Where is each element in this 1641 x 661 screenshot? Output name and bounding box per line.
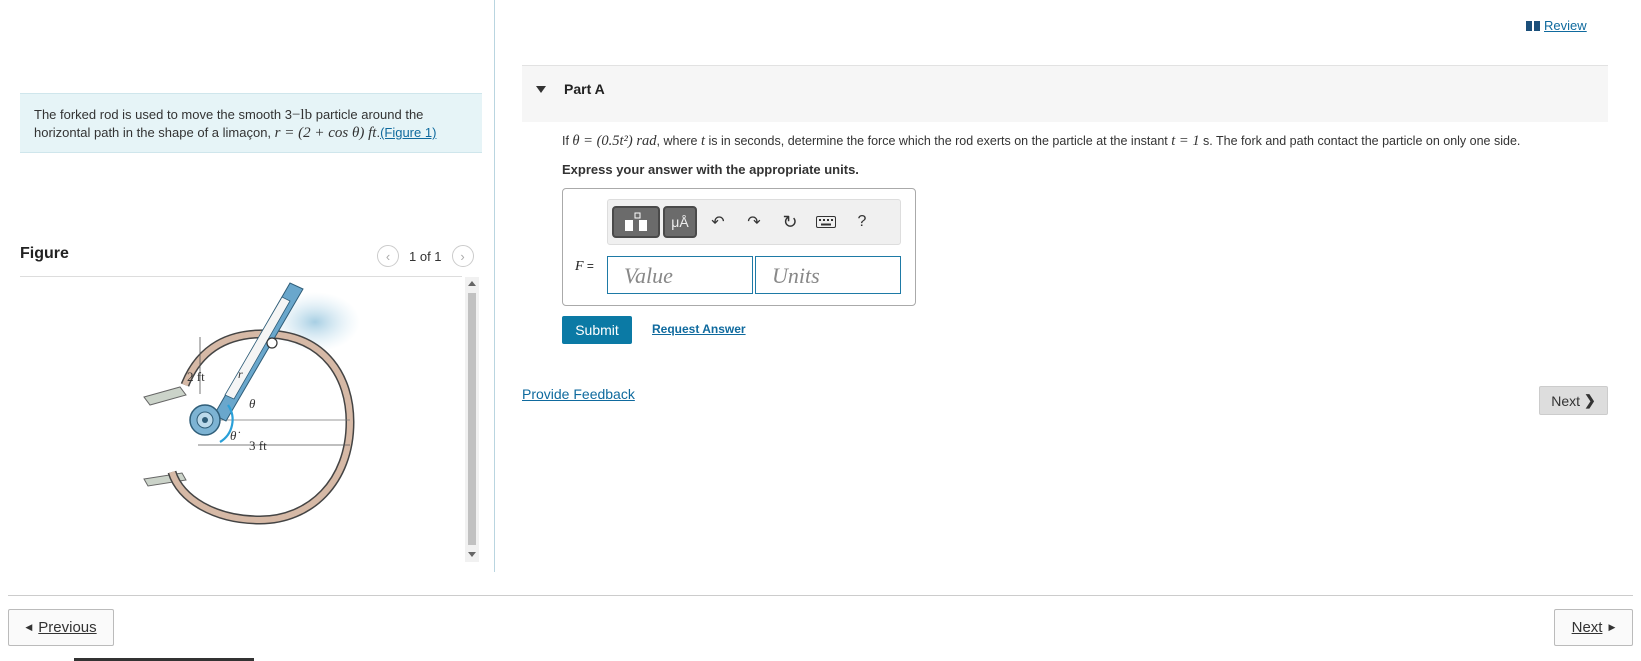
units-input[interactable]: Units bbox=[755, 256, 901, 294]
value-input[interactable]: Value bbox=[607, 256, 753, 294]
keyboard-icon[interactable] bbox=[812, 206, 840, 238]
figure-counter: 1 of 1 bbox=[409, 248, 442, 264]
answer-variable: F bbox=[575, 259, 584, 274]
figure-title: Figure bbox=[20, 245, 69, 262]
particle bbox=[266, 337, 278, 349]
problem-intro: The forked rod is used to move the smoot… bbox=[20, 93, 482, 153]
question-part-3: is in seconds, determine the force which… bbox=[705, 134, 1172, 148]
caret-down-icon[interactable] bbox=[536, 86, 546, 93]
label-3ft: 3 ft bbox=[249, 438, 267, 453]
scroll-up-icon[interactable] bbox=[468, 281, 476, 286]
part-title: Part A bbox=[564, 81, 605, 97]
part-a-header[interactable]: Part A bbox=[522, 65, 1608, 122]
math-toolbar: μÅ ↶ ↷ ↻ ? bbox=[607, 199, 901, 245]
left-pane: The forked rod is used to move the smoot… bbox=[0, 0, 495, 572]
limacon-diagram: 2 ft 3 ft θ θ̇ r bbox=[143, 282, 360, 525]
figure-link[interactable]: (Figure 1) bbox=[380, 125, 436, 140]
submit-button[interactable]: Submit bbox=[562, 316, 632, 344]
review-label: Review bbox=[1544, 18, 1587, 33]
caret-right-icon: ▶ bbox=[1608, 622, 1616, 632]
book-icon bbox=[1526, 20, 1540, 31]
rod-slot bbox=[224, 296, 291, 400]
caret-left-icon: ◀ bbox=[25, 622, 33, 632]
review-link[interactable]: Review bbox=[1526, 18, 1587, 33]
provide-feedback-link[interactable]: Provide Feedback bbox=[522, 386, 635, 402]
answer-variable-label: F = bbox=[575, 259, 594, 275]
figure-next-button[interactable]: › bbox=[451, 245, 474, 267]
answer-equals: = bbox=[583, 259, 594, 273]
figure-prev-button[interactable]: ‹ bbox=[377, 245, 399, 267]
question-part-2: , where bbox=[656, 134, 701, 148]
intro-text-1: The forked rod is used to move the smoot… bbox=[34, 107, 292, 122]
reset-icon[interactable]: ↻ bbox=[776, 206, 804, 238]
answer-box: μÅ ↶ ↷ ↻ ? F = Value Units bbox=[562, 188, 916, 306]
undo-icon[interactable]: ↶ bbox=[704, 206, 732, 238]
label-r: r bbox=[238, 367, 243, 381]
templates-icon bbox=[625, 212, 647, 231]
figure-scrollbar[interactable] bbox=[465, 277, 479, 562]
chevron-right-icon: ❯ bbox=[1584, 392, 1596, 408]
next-part-label: Next bbox=[1551, 392, 1581, 409]
question-part-4: s. The fork and path contact the particl… bbox=[1199, 134, 1521, 148]
limacon-equation: r = (2 + cos θ) ft bbox=[274, 125, 377, 141]
footer-divider bbox=[8, 595, 1633, 596]
scroll-thumb[interactable] bbox=[468, 293, 476, 545]
previous-button[interactable]: ◀ Previous bbox=[8, 609, 114, 646]
previous-label: Previous bbox=[38, 619, 97, 636]
label-theta: θ bbox=[249, 396, 256, 411]
figure-image: 2 ft 3 ft θ θ̇ r bbox=[20, 277, 462, 562]
templates-button[interactable] bbox=[612, 206, 660, 238]
help-button[interactable]: ? bbox=[848, 206, 876, 238]
question-part-1: If bbox=[562, 134, 573, 148]
intro-mass-unit: −lb bbox=[291, 107, 313, 123]
question-theta-eq: θ = (0.5t²) rad bbox=[572, 133, 657, 149]
figure-pager: ‹ 1 of 1 › bbox=[377, 245, 474, 267]
question-t-eq: t = 1 bbox=[1171, 133, 1200, 149]
request-answer-link[interactable]: Request Answer bbox=[652, 322, 746, 336]
scroll-down-icon[interactable] bbox=[468, 552, 476, 557]
wall-support-top bbox=[143, 386, 187, 406]
pane-divider bbox=[494, 0, 495, 572]
redo-icon[interactable]: ↷ bbox=[740, 206, 768, 238]
units-button[interactable]: μÅ bbox=[663, 206, 697, 238]
label-2ft: 2 ft bbox=[187, 369, 205, 384]
pivot-center bbox=[202, 417, 208, 423]
next-button[interactable]: Next ▶ bbox=[1554, 609, 1633, 646]
chevron-left-icon: ‹ bbox=[385, 248, 391, 264]
keyboard-glyph bbox=[816, 216, 836, 228]
label-theta-dot: θ̇ bbox=[230, 428, 240, 443]
next-part-button[interactable]: Next ❯ bbox=[1539, 386, 1608, 415]
question-text: If θ = (0.5t²) rad, where t is in second… bbox=[562, 133, 1520, 150]
answer-instruction: Express your answer with the appropriate… bbox=[562, 162, 859, 177]
chevron-right-icon: › bbox=[460, 248, 465, 264]
next-label: Next bbox=[1571, 619, 1603, 636]
